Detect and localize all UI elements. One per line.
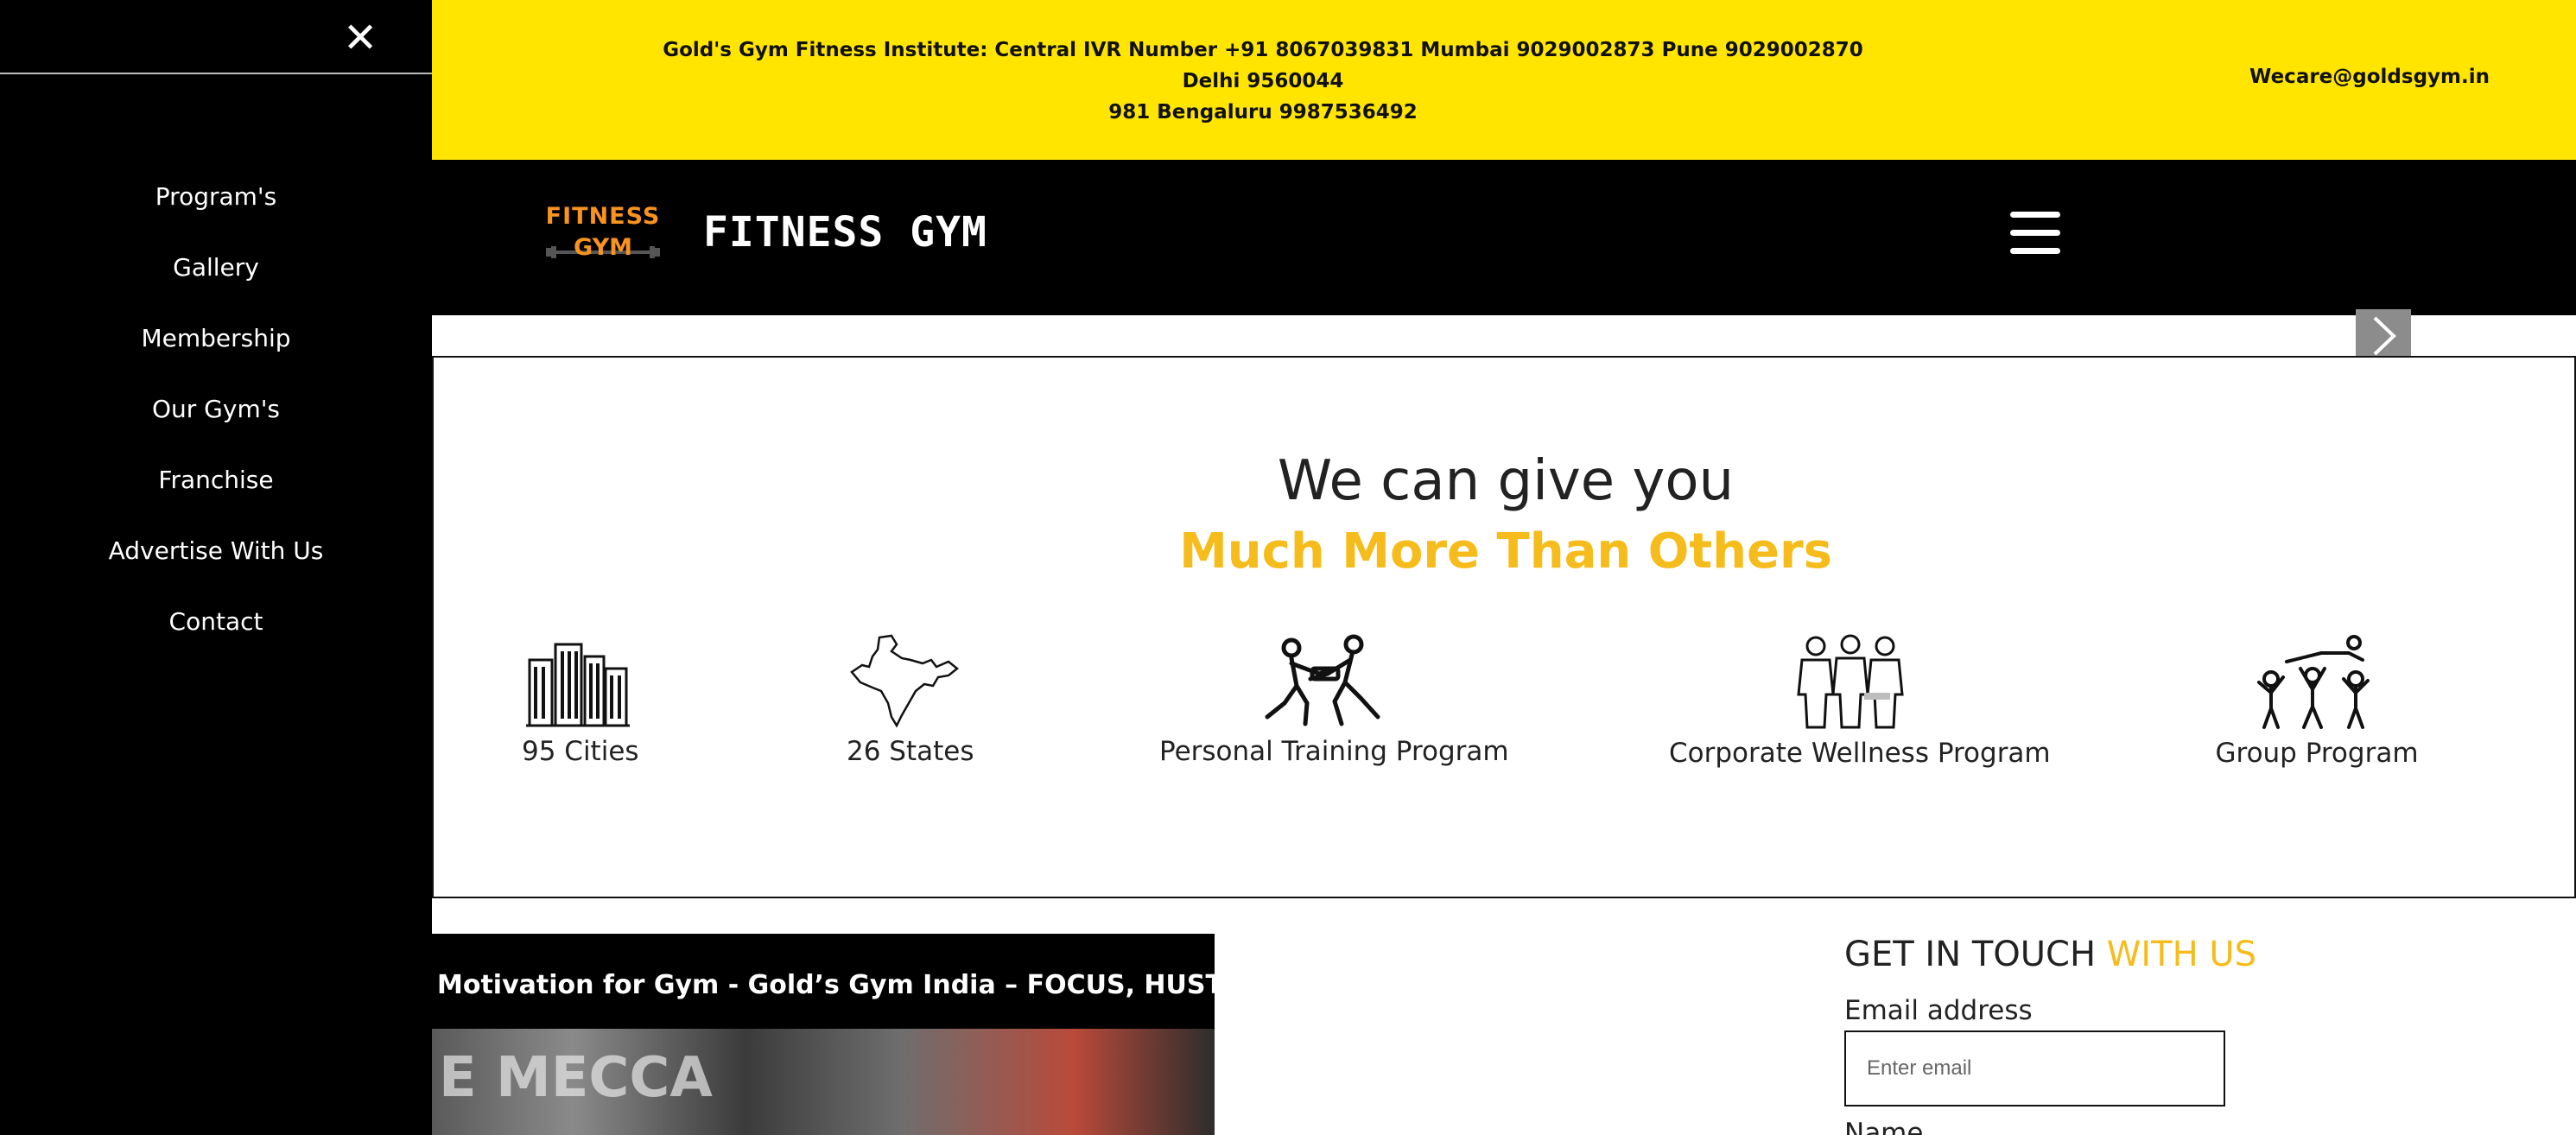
personal-training-icon [1265, 634, 1380, 726]
slider-next-button[interactable] [2356, 309, 2411, 363]
sidebar-item-contact[interactable]: Contact [0, 601, 432, 672]
feature-corporate-wellness: Corporate Wellness Program [1669, 634, 2051, 769]
feature-states: 26 States [847, 634, 974, 767]
sidebar-divider [0, 73, 432, 74]
video-thumbnail-text: E MECCA [439, 1046, 713, 1110]
video-thumbnail[interactable]: E MECCA [432, 1029, 1215, 1135]
sidebar-item-franchise[interactable]: Franchise [0, 460, 432, 530]
page: ✕ Program's Gallery Membership Our Gym's… [0, 0, 2576, 1135]
features-subheading: Much More Than Others [1179, 523, 1832, 580]
video-title[interactable]: Motivation for Gym - Gold’s Gym India – … [437, 970, 1215, 1000]
feature-label: Personal Training Program [1159, 736, 1509, 767]
feature-label: Group Program [2215, 738, 2419, 769]
info-bar: Gold's Gym Fitness Institute: Central IV… [432, 0, 2576, 160]
sidebar-item-our-gyms[interactable]: Our Gym's [0, 389, 432, 460]
corporate-team-icon [1797, 634, 1904, 729]
feature-label: 95 Cities [522, 736, 639, 767]
city-buildings-icon [526, 643, 630, 727]
hamburger-icon[interactable] [2010, 212, 2060, 255]
chevron-right-icon [2373, 316, 2396, 356]
india-map-icon [850, 634, 959, 728]
site-logo[interactable]: FITNESS GYM [542, 203, 663, 272]
group-program-icon [2257, 635, 2370, 729]
email-label: Email address [1844, 995, 2033, 1026]
contact-heading-main: GET IN TOUCH [1844, 935, 2097, 974]
feature-group-program: Group Program [2213, 634, 2421, 769]
sidebar-item-advertise[interactable]: Advertise With Us [0, 530, 432, 601]
sidebar-item-programs[interactable]: Program's [0, 176, 432, 247]
sidebar-nav: Program's Gallery Membership Our Gym's F… [0, 176, 432, 672]
contact-heading-accent: WITH US [2106, 935, 2257, 974]
email-field[interactable] [1844, 1030, 2225, 1106]
logo-text-bottom: GYM [574, 234, 632, 261]
contact-numbers: Gold's Gym Fitness Institute: Central IV… [651, 35, 1875, 128]
feature-cities: 95 Cities [522, 634, 639, 767]
feature-label: 26 States [847, 736, 974, 767]
sidebar-menu: ✕ Program's Gallery Membership Our Gym's… [0, 0, 432, 1135]
site-header: FITNESS GYM FITNESS GYM [432, 160, 2576, 315]
feature-personal-training: Personal Training Program [1159, 634, 1509, 767]
logo-text-top: FITNESS [545, 203, 661, 230]
contact-email-link[interactable]: Wecare@goldsgym.in [2249, 66, 2490, 88]
contact-line-2: 981 Bengaluru 9987536492 [1108, 101, 1418, 124]
contact-heading: GET IN TOUCH WITH US [1844, 935, 2256, 974]
video-embed[interactable]: Motivation for Gym - Gold’s Gym India – … [432, 934, 1215, 1135]
features-section: We can give you Much More Than Others 95… [432, 356, 2576, 898]
sidebar-item-membership[interactable]: Membership [0, 318, 432, 389]
close-icon[interactable]: ✕ [343, 17, 378, 59]
feature-label: Corporate Wellness Program [1669, 738, 2051, 769]
name-label: Name [1844, 1118, 1924, 1135]
brand-name[interactable]: FITNESS GYM [703, 208, 987, 257]
sidebar-item-gallery[interactable]: Gallery [0, 247, 432, 318]
contact-line-1: Gold's Gym Fitness Institute: Central IV… [663, 39, 1863, 92]
features-heading: We can give you [1277, 449, 1735, 513]
video-title-bar: Motivation for Gym - Gold’s Gym India – … [432, 934, 1215, 1029]
